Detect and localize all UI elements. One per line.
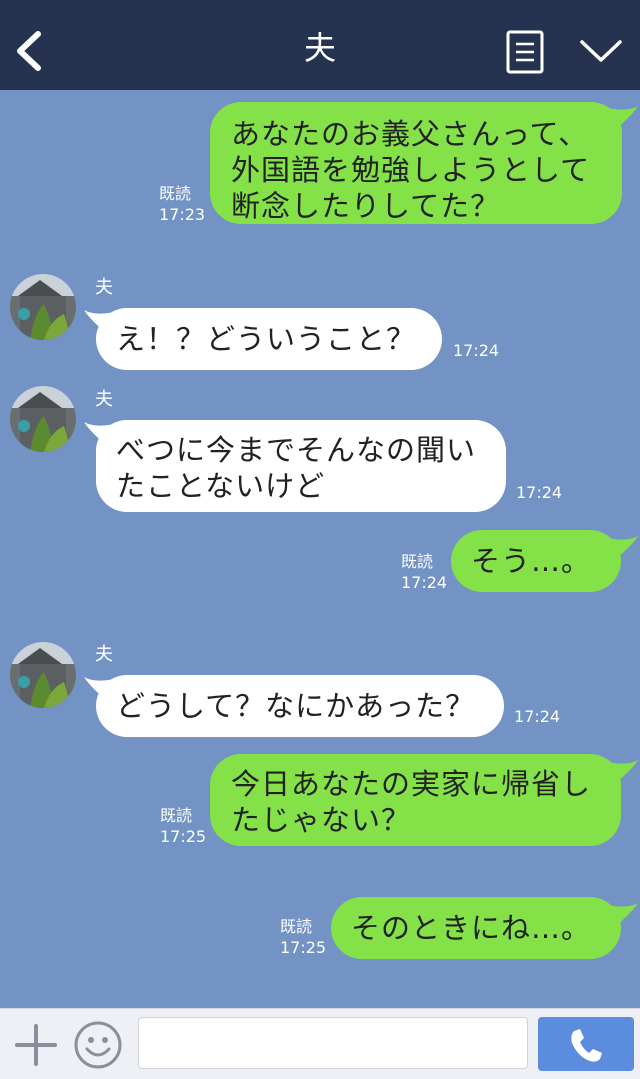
message-time: 17:24 xyxy=(401,573,448,592)
message-time: 17:23 xyxy=(159,205,206,224)
phone-icon xyxy=(571,1029,602,1062)
read-receipt: 既読 xyxy=(160,806,193,825)
menu-list-icon xyxy=(506,30,544,74)
call-button[interactable] xyxy=(538,1017,634,1071)
plus-icon xyxy=(15,1024,57,1066)
bubble-tail xyxy=(608,106,638,130)
bubble-tail xyxy=(608,760,638,784)
collapse-button[interactable] xyxy=(578,34,624,70)
read-receipt: 既読 xyxy=(401,552,434,571)
avatar[interactable] xyxy=(10,386,76,452)
bubble-tail xyxy=(608,536,638,560)
message-bubble[interactable]: え！？どういうこと？ xyxy=(96,308,442,370)
message-bubble[interactable]: あなたのお義父さんって、 外国語を勉強しようとして 断念したりしてた？ xyxy=(210,102,622,224)
sender-name: 夫 xyxy=(95,389,113,410)
menu-button[interactable] xyxy=(506,30,544,74)
message-input[interactable] xyxy=(138,1017,528,1069)
chevron-down-icon xyxy=(580,40,622,62)
chat-title: 夫 xyxy=(303,29,336,67)
message-meta: 既読 17:23 xyxy=(159,183,205,225)
read-receipt: 既読 xyxy=(159,184,192,203)
chat-area[interactable]: 既読 17:23 あなたのお義父さんって、 外国語を勉強しようとして 断念したり… xyxy=(0,90,640,1008)
read-receipt: 既読 xyxy=(280,917,313,936)
bubble-tail xyxy=(608,903,638,927)
message-time: 17:25 xyxy=(280,938,327,957)
avatar-image xyxy=(10,642,76,708)
message-bubble[interactable]: べつに今までそんなの聞い たことないけど xyxy=(96,420,506,512)
message-meta: 既読 17:24 xyxy=(401,551,447,593)
avatar-image xyxy=(10,386,76,452)
message-time: 17:24 xyxy=(516,483,563,502)
input-bar xyxy=(0,1008,640,1079)
message-bubble[interactable]: 今日あなたの実家に帰省し たじゃない？ xyxy=(210,754,621,846)
sender-name: 夫 xyxy=(95,644,113,665)
emoji-button[interactable] xyxy=(72,1019,124,1071)
message-meta: 既読 17:25 xyxy=(160,805,206,847)
avatar[interactable] xyxy=(10,274,76,340)
message-time: 17:24 xyxy=(453,341,500,360)
message-time: 17:25 xyxy=(160,827,207,846)
message-meta: 既読 17:25 xyxy=(280,916,326,958)
chat-header: 夫 xyxy=(0,0,640,90)
message-bubble[interactable]: どうして？なにかあった？ xyxy=(96,675,504,737)
message-bubble[interactable]: そのときにね…。 xyxy=(331,897,621,959)
message-bubble[interactable]: そう…。 xyxy=(451,530,621,592)
message-time: 17:24 xyxy=(514,707,561,726)
avatar[interactable] xyxy=(10,642,76,708)
add-button[interactable] xyxy=(14,1023,58,1067)
smiley-icon xyxy=(74,1021,122,1069)
sender-name: 夫 xyxy=(95,277,113,298)
avatar-image xyxy=(10,274,76,340)
